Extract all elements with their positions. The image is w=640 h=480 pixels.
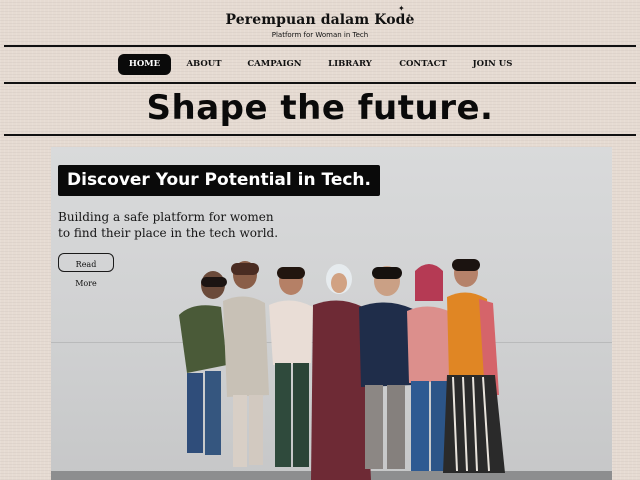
- tagline-divider: [4, 134, 636, 136]
- hero-heading: Discover Your Potential in Tech.: [58, 165, 380, 196]
- nav-about[interactable]: ABOUT: [182, 54, 226, 75]
- nav-divider: [4, 82, 636, 84]
- nav-contact[interactable]: CONTACT: [395, 54, 451, 75]
- hero-text-line-2: to find their place in the tech world.: [58, 226, 279, 240]
- page-tagline: Shape the future.: [146, 88, 494, 128]
- sparkle-icon: ✦: [398, 4, 405, 13]
- small-sparkle-icon: ✦: [407, 13, 412, 19]
- brand-title[interactable]: Perempuan dalam Kode: [0, 12, 640, 28]
- hero-text-line-1: Building a safe platform for women: [58, 210, 274, 224]
- nav-join-us[interactable]: JOIN US: [469, 54, 516, 75]
- nav-campaign[interactable]: CAMPAIGN: [244, 54, 305, 75]
- women-group-photo: [179, 259, 505, 480]
- nav-home[interactable]: HOME: [118, 54, 171, 75]
- nav-library[interactable]: LIBRARY: [324, 54, 376, 75]
- hero-description: Building a safe platform for women to fi…: [58, 209, 288, 241]
- brand-subtitle: Platform for Woman in Tech: [271, 31, 369, 39]
- photo-figure: [359, 266, 413, 469]
- photo-figure: [223, 261, 269, 467]
- site-header: Perempuan dalam Kode ✦ ✦ Platform for Wo…: [0, 0, 640, 46]
- header-divider: [4, 45, 636, 47]
- photo-figure: [179, 271, 227, 455]
- photo-figure: [269, 267, 313, 467]
- hero-banner: Discover Your Potential in Tech. Buildin…: [51, 147, 612, 480]
- photo-figure: [443, 259, 505, 473]
- main-nav: HOME ABOUT CAMPAIGN LIBRARY CONTACT JOIN…: [0, 54, 640, 75]
- read-more-button[interactable]: Read More: [58, 253, 114, 288]
